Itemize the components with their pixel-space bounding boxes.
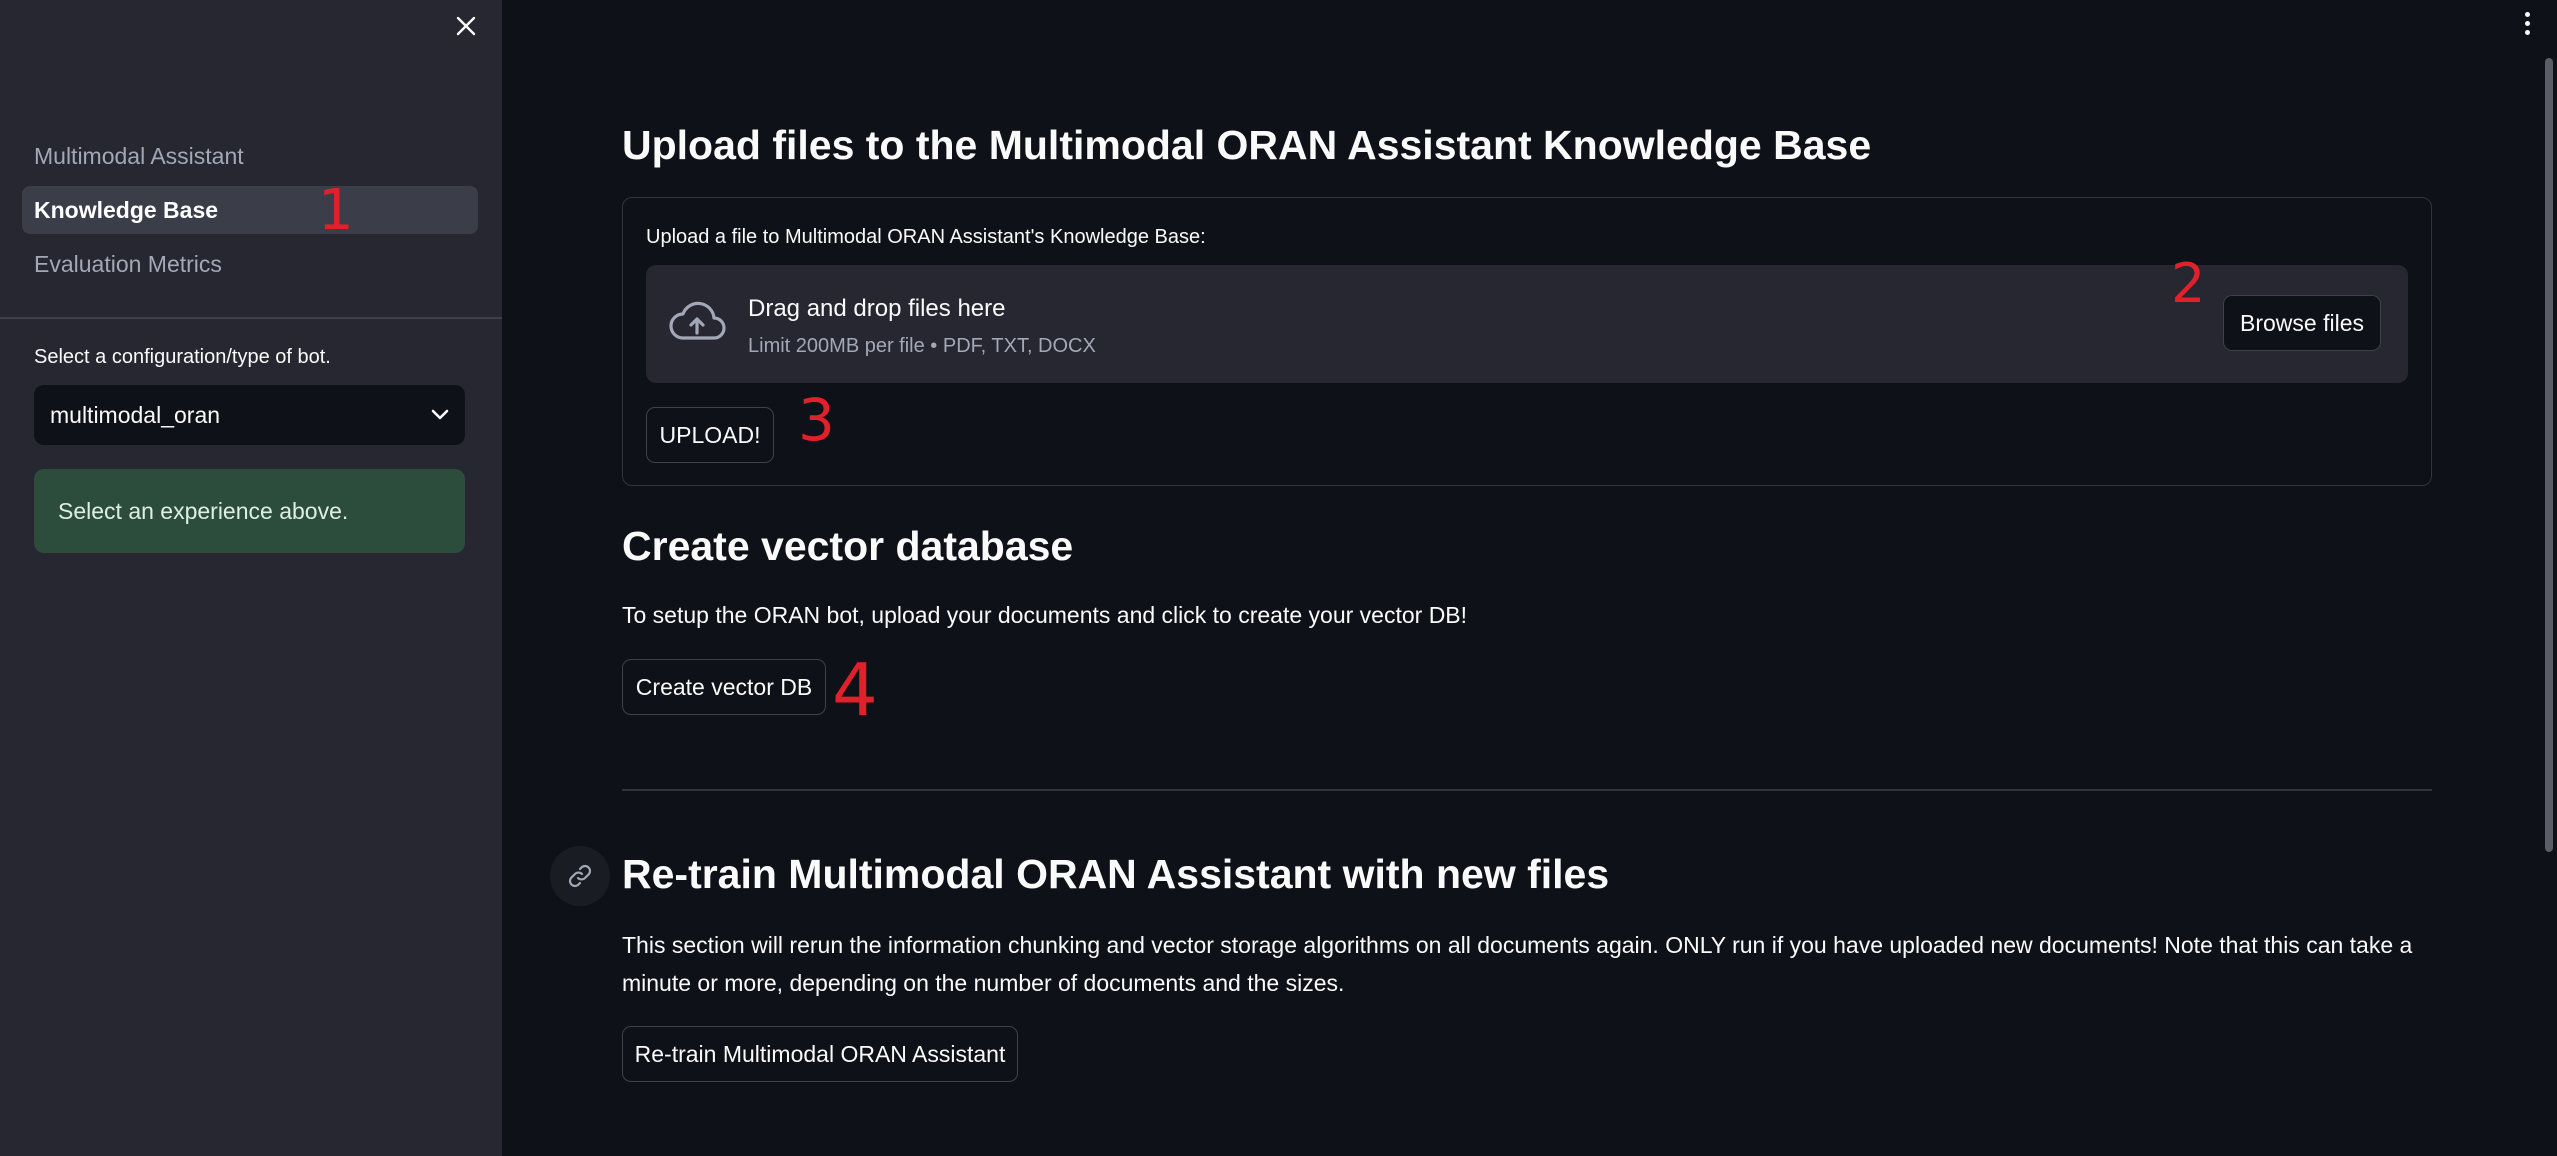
nav-item-knowledge-base[interactable]: Knowledge Base — [22, 186, 478, 234]
nav-item-label: Multimodal Assistant — [34, 142, 244, 169]
retrain-heading: Re-train Multimodal ORAN Assistant with … — [622, 851, 1610, 897]
info-message: Select an experience above. — [34, 469, 465, 553]
upload-form: Upload a file to Multimodal ORAN Assista… — [622, 197, 2432, 486]
link-icon — [568, 864, 592, 888]
bot-config-label: Select a configuration/type of bot. — [34, 346, 331, 368]
info-message-text: Select an experience above. — [58, 497, 349, 524]
retrain-description: This section will rerun the information … — [622, 932, 2413, 996]
upload-form-label: Upload a file to Multimodal ORAN Assista… — [646, 226, 1206, 248]
annotation-4: 4 — [832, 648, 878, 732]
sidebar-nav: Multimodal Assistant Knowledge Base Eval… — [22, 132, 478, 294]
close-sidebar-button[interactable] — [448, 8, 484, 44]
annotation-2: 2 — [2171, 252, 2206, 315]
more-menu-icon[interactable] — [2517, 10, 2537, 36]
annotation-3: 3 — [798, 386, 835, 454]
dropzone-subtitle: Limit 200MB per file • PDF, TXT, DOCX — [748, 335, 1096, 357]
section-divider — [622, 789, 2432, 791]
close-icon — [456, 16, 476, 36]
dropzone-title: Drag and drop files here — [748, 295, 1006, 322]
scrollbar[interactable] — [2545, 58, 2553, 852]
create-vector-db-button[interactable]: Create vector DB — [622, 659, 826, 715]
main-content: Upload files to the Multimodal ORAN Assi… — [502, 0, 2557, 1156]
annotation-1: 1 — [318, 178, 354, 243]
nav-item-evaluation-metrics[interactable]: Evaluation Metrics — [22, 240, 478, 288]
sidebar-divider — [0, 317, 502, 319]
file-dropzone[interactable]: Drag and drop files here Limit 200MB per… — [646, 265, 2408, 383]
bot-config-select[interactable]: multimodal_oran — [34, 385, 465, 445]
upload-button[interactable]: UPLOAD! — [646, 407, 774, 463]
retrain-button[interactable]: Re-train Multimodal ORAN Assistant — [622, 1026, 1018, 1082]
sidebar: Multimodal Assistant Knowledge Base Eval… — [0, 0, 502, 1156]
chevron-down-icon — [431, 409, 449, 421]
vector-description: To setup the ORAN bot, upload your docum… — [622, 602, 1468, 628]
nav-item-label: Knowledge Base — [34, 196, 219, 223]
nav-item-label: Evaluation Metrics — [34, 250, 222, 277]
upload-heading: Upload files to the Multimodal ORAN Assi… — [622, 122, 1872, 168]
browse-files-button[interactable]: Browse files — [2223, 295, 2381, 351]
vector-heading: Create vector database — [622, 523, 1074, 569]
anchor-link-button[interactable] — [550, 846, 610, 906]
bot-config-value: multimodal_oran — [50, 401, 221, 428]
nav-item-multimodal-assistant[interactable]: Multimodal Assistant — [22, 132, 478, 180]
cloud-upload-icon — [668, 300, 726, 349]
